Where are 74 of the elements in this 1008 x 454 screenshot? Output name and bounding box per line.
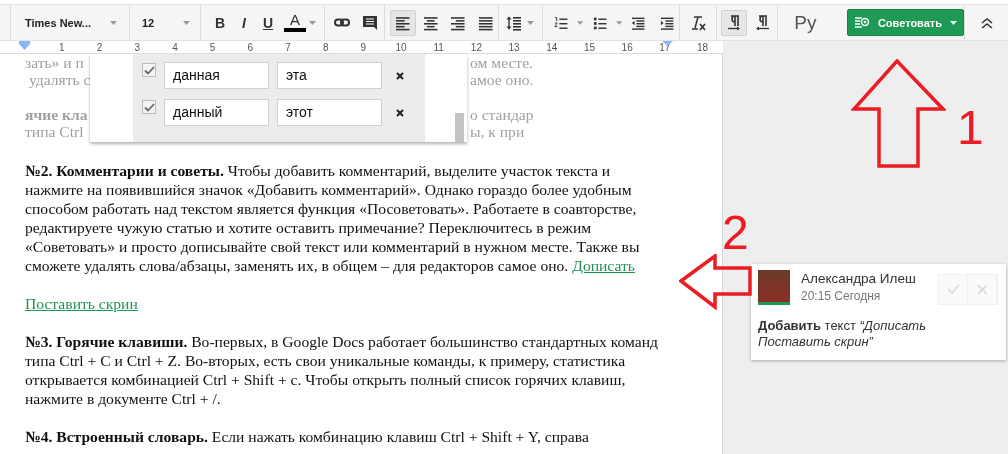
numbered-list-icon bbox=[554, 14, 569, 31]
text-direction-ltr-button[interactable] bbox=[721, 9, 747, 36]
ruler-number: 1 bbox=[58, 41, 66, 53]
caret-icon bbox=[183, 20, 190, 25]
faded-text: ы, к при bbox=[470, 123, 525, 140]
faded-text: зать» и п bbox=[25, 54, 84, 71]
ruler-number: 6 bbox=[246, 41, 255, 53]
comment-time: 20:15 Сегодня bbox=[801, 289, 882, 303]
word-field[interactable]: данный bbox=[164, 99, 269, 126]
ruler-number: 18 bbox=[695, 41, 710, 53]
ruler-number: 8 bbox=[321, 41, 330, 53]
underline-button[interactable]: U bbox=[256, 9, 280, 36]
language-dropdown[interactable]: Ру bbox=[788, 9, 835, 36]
caret-icon bbox=[110, 20, 117, 25]
close-icon bbox=[974, 282, 990, 297]
replacement-field[interactable]: эта bbox=[277, 62, 382, 89]
replacement-field[interactable]: этот bbox=[277, 99, 382, 126]
ruler-number: 3 bbox=[133, 41, 141, 53]
line-spacing-icon bbox=[506, 14, 522, 31]
scrollbar[interactable] bbox=[455, 113, 464, 142]
annotation-number: 1 bbox=[957, 104, 984, 152]
align-left-icon bbox=[395, 14, 411, 31]
faded-text: амое оно. bbox=[470, 71, 534, 88]
align-justify-icon bbox=[477, 14, 493, 31]
ruler-number: 12 bbox=[469, 41, 483, 53]
align-left-button[interactable] bbox=[390, 9, 416, 36]
paragraph-direction-icon bbox=[754, 14, 770, 31]
font-size-dropdown[interactable]: 12 bbox=[130, 9, 196, 36]
checkbox[interactable] bbox=[142, 63, 156, 77]
remove-icon[interactable] bbox=[396, 108, 404, 117]
paragraph: №4. Встроенный словарь. Если нажать комбинацию клавиш Ctrl + Shift + Y, справа bbox=[25, 427, 590, 446]
caret-icon bbox=[527, 20, 534, 25]
bold-button[interactable]: B bbox=[208, 9, 232, 36]
checkbox[interactable] bbox=[142, 100, 156, 114]
ruler-number: 14 bbox=[545, 41, 559, 53]
annotation-number: 2 bbox=[722, 209, 749, 257]
paragraph: №3. Горячие клавиши. Во-первых, в Google Docs работает большинство стандартных команд типа Ctrl + C и Ctrl + Z. Во-вторых, есть свои уникальные команды, к примеру, статистика открывается комбинацией Ctrl + Shift + c. Чтобы открыть полный список горячих клавиш, нажмите в документе Ctrl + /. bbox=[25, 332, 659, 408]
caret-icon bbox=[616, 20, 623, 25]
ruler-number: 15 bbox=[582, 41, 597, 53]
paragraph: №2. Комментарии и советы. Чтобы добавить комментарий, выделите участок текста и нажмите на появившийся значок «Добавить комментарий». Однако гораздо более удобным способом работать над текстом является функция «Посоветовать». Работаете в соавторстве, редактируете чужую статью и хотите оставить примечание? Переключитесь в режим «Советовать» и просто дописывайте свой текст или комментарий в нужном месте. Также вы сможете удалять слова/абзацы, заменять их, в общем – для редакторов самое оно. Дописать bbox=[25, 161, 641, 275]
align-center-icon bbox=[422, 14, 438, 31]
paragraph-direction-icon bbox=[726, 14, 742, 31]
clear-formatting-icon bbox=[690, 14, 706, 31]
italic-button[interactable]: I bbox=[232, 9, 256, 36]
suggest-mode-button[interactable]: Советовать bbox=[846, 9, 964, 36]
faded-text: ячие кла bbox=[25, 106, 88, 123]
faded-text: ом месте. bbox=[470, 54, 533, 71]
ruler-number: 11 bbox=[432, 41, 445, 53]
ruler-number: 4 bbox=[171, 41, 179, 53]
ruler-number: 2 bbox=[95, 41, 104, 53]
suggested-text: Поставить скрин bbox=[25, 295, 138, 312]
ruler-number: 13 bbox=[507, 41, 521, 53]
text-color-button[interactable]: A bbox=[280, 9, 310, 36]
ruler-number: 16 bbox=[620, 41, 634, 53]
caret-icon bbox=[309, 20, 316, 25]
remove-icon[interactable] bbox=[396, 71, 404, 80]
comment-text: Добавить текст “Дописать Поставить скрин” bbox=[758, 318, 928, 350]
word-field[interactable]: данная bbox=[164, 62, 269, 89]
font-dropdown[interactable]: Times New... bbox=[23, 9, 123, 36]
ruler-number: 5 bbox=[208, 41, 217, 53]
align-right-icon bbox=[450, 14, 466, 31]
caret-icon bbox=[950, 20, 957, 25]
faded-text: о стандар bbox=[470, 106, 534, 123]
ruler-number: 9 bbox=[359, 41, 368, 53]
suggest-mode-icon bbox=[853, 14, 870, 31]
faded-text: типа Ctrl bbox=[25, 123, 84, 140]
ruler-number: 7 bbox=[284, 41, 292, 53]
faded-text: удалять с bbox=[27, 71, 91, 88]
author-name: Александра Илеш bbox=[801, 271, 917, 286]
avatar-photo-placeholder bbox=[758, 270, 790, 305]
ruler-number: 10 bbox=[394, 41, 408, 53]
comment-icon bbox=[362, 14, 378, 31]
caret-icon bbox=[577, 20, 584, 25]
checkmark-icon bbox=[945, 282, 961, 297]
